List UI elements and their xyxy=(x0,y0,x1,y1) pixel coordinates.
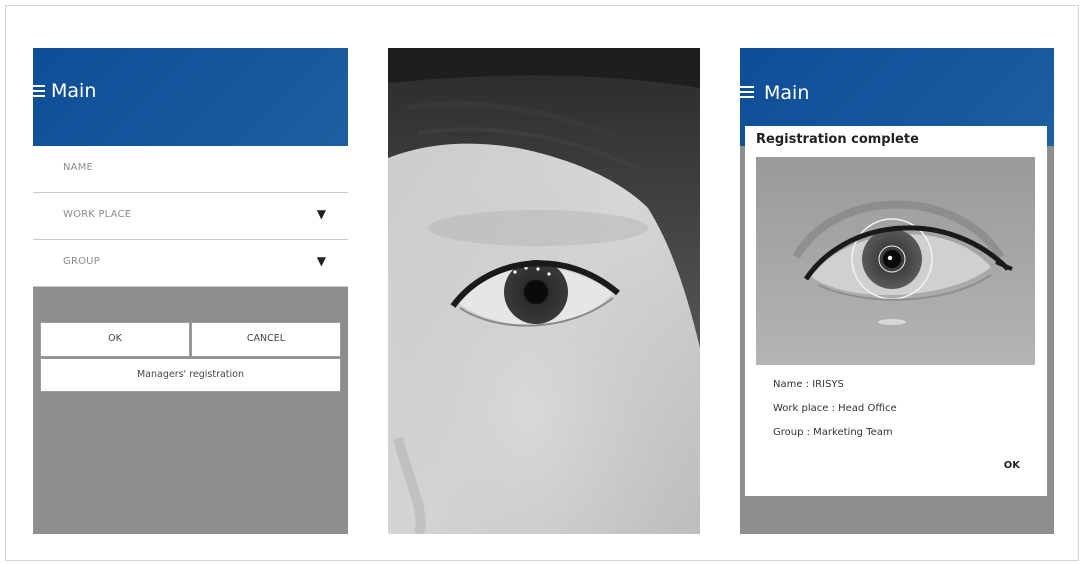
name-field[interactable]: NAME xyxy=(33,146,348,193)
registration-complete-dialog: Registration complete Name: IRISYS Work… xyxy=(745,126,1047,496)
name-info: Name : IRISYS xyxy=(773,379,844,390)
cancel-button[interactable]: CANCEL xyxy=(191,322,341,357)
form-buttons: OK CANCEL Managers' registration xyxy=(40,322,341,392)
menu-icon[interactable] xyxy=(740,86,754,98)
triangle-down-icon: ▼ xyxy=(316,207,326,221)
registration-form-screen: Main NAME WORK PLACE ▼ GROUP ▼ OK CANCEL… xyxy=(33,48,348,534)
name-field-label: NAME xyxy=(63,162,94,173)
iris-scan-image xyxy=(756,157,1035,365)
group-dropdown[interactable]: GROUP ▼ xyxy=(33,240,348,287)
app-bar: Main xyxy=(33,48,348,146)
workplace-info: Work place : Head Office xyxy=(773,403,897,414)
registration-complete-screen: Main Registration complete Name: IRISYS… xyxy=(740,48,1054,534)
app-title: Main xyxy=(764,82,810,104)
menu-icon[interactable] xyxy=(33,85,45,97)
ok-button[interactable]: OK xyxy=(40,322,190,357)
triangle-down-icon: ▼ xyxy=(316,254,326,268)
managers-registration-button[interactable]: Managers' registration xyxy=(40,358,341,392)
dialog-ok-button[interactable]: OK xyxy=(1004,460,1020,471)
app-title: Main xyxy=(51,80,97,102)
group-info: Group : Marketing Team xyxy=(773,427,893,438)
group-dropdown-label: GROUP xyxy=(63,256,100,267)
dialog-title: Registration complete xyxy=(756,132,919,147)
eye-capture-photo xyxy=(388,48,700,534)
workplace-dropdown[interactable]: WORK PLACE ▼ xyxy=(33,193,348,240)
workplace-dropdown-label: WORK PLACE xyxy=(63,209,132,220)
